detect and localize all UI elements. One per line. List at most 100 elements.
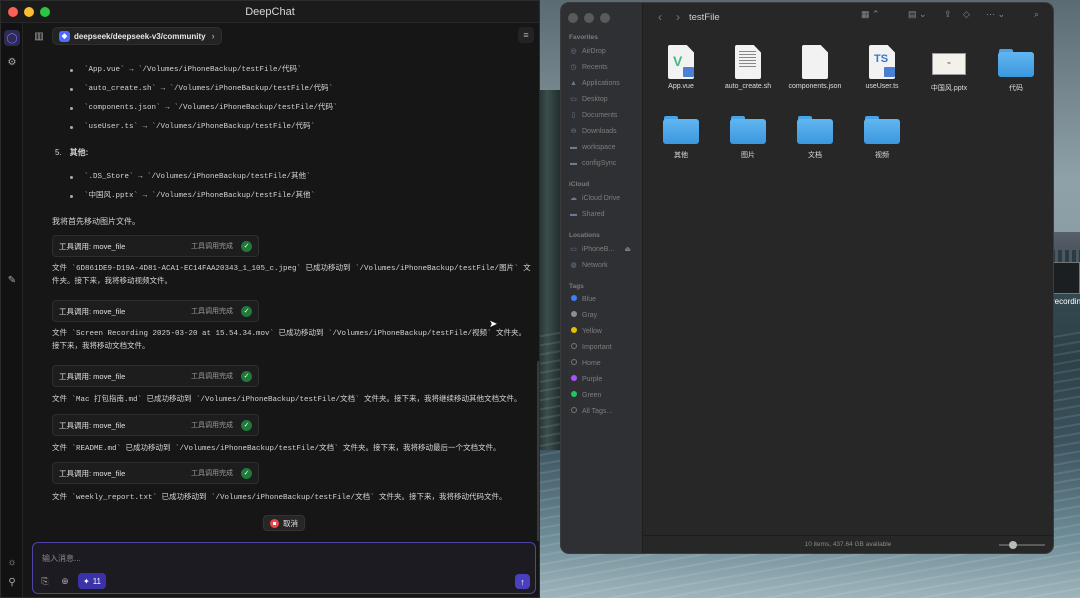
message-text: 文件 `Screen Recording 2025-03-20 at 15.54… bbox=[52, 330, 527, 351]
desktop-file-label: recording 4.52.m bbox=[1052, 297, 1080, 306]
attach-icon[interactable]: ⎘ bbox=[38, 574, 52, 588]
tag-dot-icon bbox=[570, 343, 577, 349]
folder-videos[interactable]: 视频 bbox=[847, 112, 917, 160]
icon-size-slider[interactable] bbox=[999, 541, 1045, 549]
sidebar-item-icloud-drive[interactable]: ☁ iCloud Drive bbox=[569, 191, 641, 205]
globe-icon[interactable]: ⊕ bbox=[58, 574, 72, 588]
section-number: 5. bbox=[55, 148, 62, 157]
folder-documents[interactable]: 文档 bbox=[780, 112, 850, 160]
scrollbar[interactable] bbox=[537, 361, 539, 541]
message-text: 文件 `README.md` 已成功移动到 `/Volumes/iPhoneBa… bbox=[52, 445, 501, 453]
globe-icon: ◍ bbox=[570, 262, 577, 269]
tune-icon[interactable]: ≡ bbox=[518, 27, 534, 43]
chat-header: ▥ ◆ deepseek/deepseek-v3/community › ≡ bbox=[24, 25, 539, 47]
document-icon: ▯ bbox=[571, 112, 576, 119]
model-selector[interactable]: ◆ deepseek/deepseek-v3/community › bbox=[52, 27, 222, 45]
sidebar-item-label: Applications bbox=[582, 79, 620, 87]
file-name: 图片 bbox=[741, 152, 755, 159]
settings-icon[interactable]: ⚙ bbox=[4, 54, 20, 70]
tag-important[interactable]: Important bbox=[569, 340, 641, 354]
folder-images[interactable]: 图片 bbox=[713, 112, 783, 160]
message-composer[interactable]: 输入消息... ⎘ ⊕ ✦ 11 ↑ bbox=[32, 542, 536, 594]
tag-label: Important bbox=[582, 343, 612, 351]
finder-toolbar: ‹ › testFile ▦ ⌃ ▤ ⌄ ⇪ ◇ ⋯ ⌄ ⌕ bbox=[643, 3, 1053, 31]
send-button[interactable]: ↑ bbox=[515, 574, 530, 589]
slider-knob[interactable] bbox=[1009, 541, 1017, 549]
user-icon[interactable]: ⚲ bbox=[4, 574, 20, 590]
sidebar-item-desktop[interactable]: ▭ Desktop bbox=[569, 92, 641, 106]
check-icon: ✓ bbox=[241, 467, 252, 479]
file-name: useUser.ts bbox=[865, 83, 899, 90]
tag-green[interactable]: Green bbox=[569, 388, 641, 402]
tool-call-label: 工具调用: move_file bbox=[59, 371, 126, 381]
sidebar-item-applications[interactable]: ▲ Applications bbox=[569, 76, 641, 90]
tool-call-card[interactable]: 工具调用: move_file 工具调用完成 ✓ bbox=[52, 300, 259, 322]
view-toggle-icon[interactable]: ▦ ⌃ bbox=[861, 9, 880, 20]
sidebar-toggle-icon[interactable]: ▥ bbox=[30, 27, 48, 45]
sidebar-item-label: Documents bbox=[582, 111, 618, 119]
tag-gray[interactable]: Gray bbox=[569, 308, 641, 322]
sidebar-item-downloads[interactable]: ⊖ Downloads bbox=[569, 124, 641, 138]
sidebar-item-label: AirDrop bbox=[582, 47, 606, 55]
locations-header: Locations bbox=[569, 232, 600, 239]
tool-call-card[interactable]: 工具调用: move_file 工具调用完成 ✓ bbox=[52, 235, 259, 257]
section-title: 其他: bbox=[69, 148, 89, 157]
applications-icon: ▲ bbox=[570, 79, 577, 87]
file-name: 代码 bbox=[1009, 85, 1023, 92]
check-icon: ✓ bbox=[241, 240, 252, 252]
folder-code[interactable]: 代码 bbox=[981, 45, 1051, 93]
tag-icon[interactable]: ◇ bbox=[963, 9, 970, 20]
sidebar-item-iphonebackup[interactable]: ▭ iPhoneB... ⏏ bbox=[569, 242, 641, 256]
folder-other[interactable]: 其他 bbox=[646, 112, 716, 160]
tag-purple[interactable]: Purple bbox=[569, 372, 641, 386]
forward-icon[interactable]: › bbox=[669, 10, 687, 24]
file-app-vue[interactable]: V App.vue bbox=[646, 45, 716, 90]
group-icon[interactable]: ▤ ⌄ bbox=[908, 9, 927, 20]
share-icon[interactable]: ⇪ bbox=[944, 9, 952, 20]
desktop-file-icon[interactable]: recording 4.52.m bbox=[1052, 262, 1080, 322]
file-useuser-ts[interactable]: TS useUser.ts bbox=[847, 45, 917, 90]
tool-call-card[interactable]: 工具调用: move_file 工具调用完成 ✓ bbox=[52, 414, 259, 436]
minimize-button[interactable] bbox=[584, 13, 594, 23]
folder-icon bbox=[864, 116, 900, 144]
minimize-button[interactable] bbox=[24, 7, 34, 17]
close-button[interactable] bbox=[568, 13, 578, 23]
sidebar-item-network[interactable]: ◍ Network bbox=[569, 258, 641, 272]
tools-button[interactable]: ✦ 11 bbox=[78, 573, 107, 589]
zoom-button[interactable] bbox=[40, 7, 50, 17]
theme-icon[interactable]: ☼ bbox=[4, 554, 20, 570]
zoom-button[interactable] bbox=[600, 13, 610, 23]
file-grid: V App.vue auto_create.sh components.json… bbox=[643, 31, 1053, 535]
tag-yellow[interactable]: Yellow bbox=[569, 324, 641, 338]
left-rail: ◯ ⚙ ✎ ☼ ⚲ bbox=[1, 23, 23, 597]
back-icon[interactable]: ‹ bbox=[651, 10, 669, 24]
file-components-json[interactable]: components.json bbox=[780, 45, 850, 90]
close-button[interactable] bbox=[8, 7, 18, 17]
sidebar-item-workspace[interactable]: ▬ workspace bbox=[569, 140, 641, 154]
sidebar-item-label: iPhoneB... bbox=[582, 245, 615, 253]
tag-blue[interactable]: Blue bbox=[569, 292, 641, 306]
message-input[interactable]: 输入消息... bbox=[42, 553, 81, 564]
sidebar-item-documents[interactable]: ▯ Documents bbox=[569, 108, 641, 122]
tool-call-card[interactable]: 工具调用: move_file 工具调用完成 ✓ bbox=[52, 462, 259, 484]
chat-icon[interactable]: ◯ bbox=[4, 30, 20, 46]
sidebar-item-label: workspace bbox=[582, 143, 616, 151]
file-pptx[interactable]: ≈ 中国风.pptx bbox=[914, 45, 984, 93]
edit-icon[interactable]: ✎ bbox=[4, 272, 20, 288]
file-auto-create-sh[interactable]: auto_create.sh bbox=[713, 45, 783, 90]
tool-call-status: 工具调用完成 bbox=[191, 307, 233, 315]
message-text: 文件 `Mac 打包指南.md` 已成功移动到 `/Volumes/iPhone… bbox=[52, 396, 522, 404]
sidebar-item-shared[interactable]: ▬ Shared bbox=[569, 207, 641, 221]
more-icon[interactable]: ⋯ ⌄ bbox=[986, 9, 1005, 20]
tag-all-tags[interactable]: All Tags... bbox=[569, 404, 641, 418]
sidebar-item-recents[interactable]: ◷ Recents bbox=[569, 60, 641, 74]
json-file-icon bbox=[802, 45, 828, 79]
sidebar-item-airdrop[interactable]: ◎ AirDrop bbox=[569, 44, 641, 58]
search-icon[interactable]: ⌕ bbox=[1034, 9, 1039, 20]
eject-icon[interactable]: ⏏ bbox=[624, 245, 631, 253]
tag-home[interactable]: Home bbox=[569, 356, 641, 370]
sidebar-item-configsync[interactable]: ▬ configSync bbox=[569, 156, 641, 170]
tag-label: Green bbox=[582, 391, 602, 399]
cancel-button[interactable]: 取消 bbox=[263, 515, 305, 531]
tool-call-card[interactable]: 工具调用: move_file 工具调用完成 ✓ bbox=[52, 365, 259, 387]
